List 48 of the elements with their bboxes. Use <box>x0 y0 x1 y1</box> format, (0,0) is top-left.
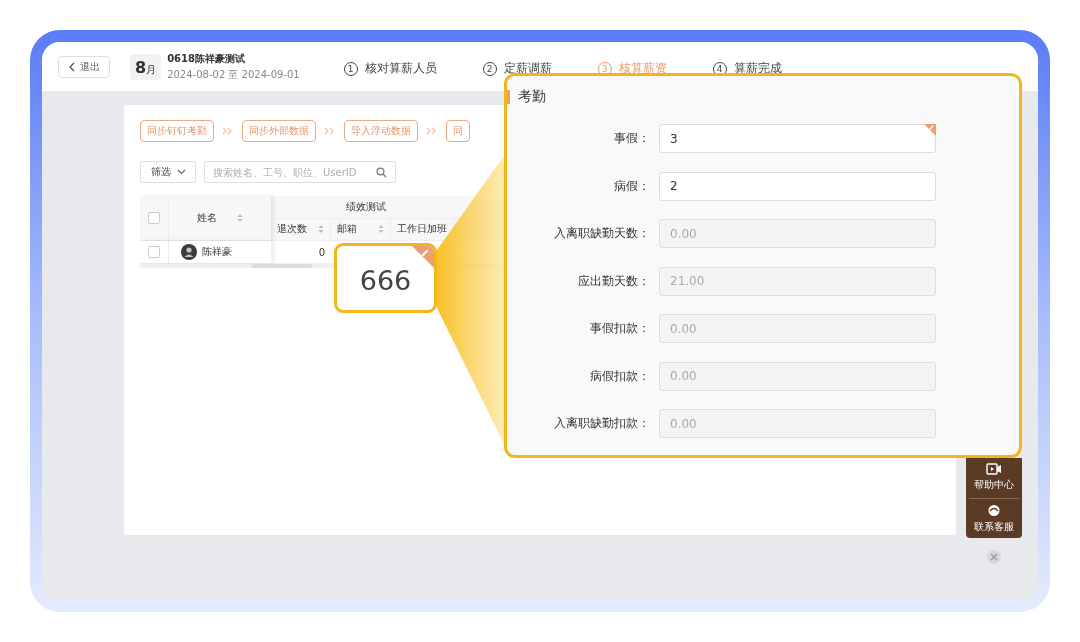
readonly-field[interactable]: 0.00 <box>659 361 936 391</box>
headset-icon[interactable] <box>987 502 1001 517</box>
help-link[interactable]: 联系客服 <box>974 519 1014 534</box>
month-badge: 8月 <box>130 53 162 80</box>
field-label: 病假扣款： <box>589 367 650 385</box>
sync-button[interactable]: 同 <box>446 120 470 142</box>
input-field[interactable]: 2 <box>659 171 936 201</box>
filter-dropdown[interactable]: 筛选 <box>140 161 196 183</box>
avatar-icon <box>181 244 197 260</box>
cell-value: 666 <box>359 264 412 296</box>
search-field[interactable]: 搜索姓名、工号、职位、UserID <box>204 161 396 183</box>
select-all-checkbox[interactable] <box>148 212 160 224</box>
sync-button[interactable]: 导入浮动数据 <box>344 120 418 142</box>
readonly-field[interactable]: 0.00 <box>659 409 936 438</box>
sort-icon[interactable] <box>378 224 384 235</box>
panel-title: 考勤 <box>518 88 546 106</box>
video-icon[interactable] <box>986 463 1002 476</box>
exit-button[interactable]: 退出 <box>58 55 110 78</box>
readonly-field[interactable]: 0.00 <box>659 219 936 248</box>
sync-button[interactable]: 同步外部数据 <box>242 120 316 142</box>
column-header: 邮箱 <box>337 222 357 237</box>
sync-button[interactable]: 同步钉钉考勤 <box>140 120 214 142</box>
scrollbar-thumb[interactable] <box>252 264 312 268</box>
column-header: 退次数 <box>277 222 307 237</box>
readonly-field[interactable]: 0.00 <box>659 314 936 343</box>
field-label: 应出勤天数： <box>577 272 650 290</box>
column-header: 工作日加班 <box>397 222 447 237</box>
field-label: 事假： <box>613 130 650 147</box>
field-label: 入离职缺勤天数： <box>553 225 650 242</box>
row-checkbox[interactable] <box>148 246 160 258</box>
readonly-field[interactable]: 21.00 <box>659 266 936 296</box>
step-tab[interactable]: 2 定薪调薪 <box>482 60 552 77</box>
table-cell: 0 <box>318 246 325 258</box>
field-label: 病假： <box>613 177 650 195</box>
payroll-title: 0618陈祥豪测试 <box>167 51 246 66</box>
chevron-down-icon <box>176 169 186 175</box>
payroll-period: 2024-08-02 至 2024-09-01 <box>167 67 300 82</box>
field-label: 入离职缺勤扣款： <box>553 415 650 432</box>
column-header: 姓名 <box>197 211 217 225</box>
sort-icon[interactable] <box>237 213 243 223</box>
help-link[interactable]: 帮助中心 <box>974 478 1014 493</box>
sort-icon[interactable] <box>318 224 324 235</box>
back-icon <box>68 61 76 72</box>
field-label: 事假扣款： <box>589 320 650 337</box>
employee-name: 陈祥豪 <box>202 245 232 259</box>
step-tab[interactable]: 1 核对算薪人员 <box>343 60 437 77</box>
search-icon <box>376 166 387 178</box>
input-field[interactable]: 3 <box>659 124 936 153</box>
